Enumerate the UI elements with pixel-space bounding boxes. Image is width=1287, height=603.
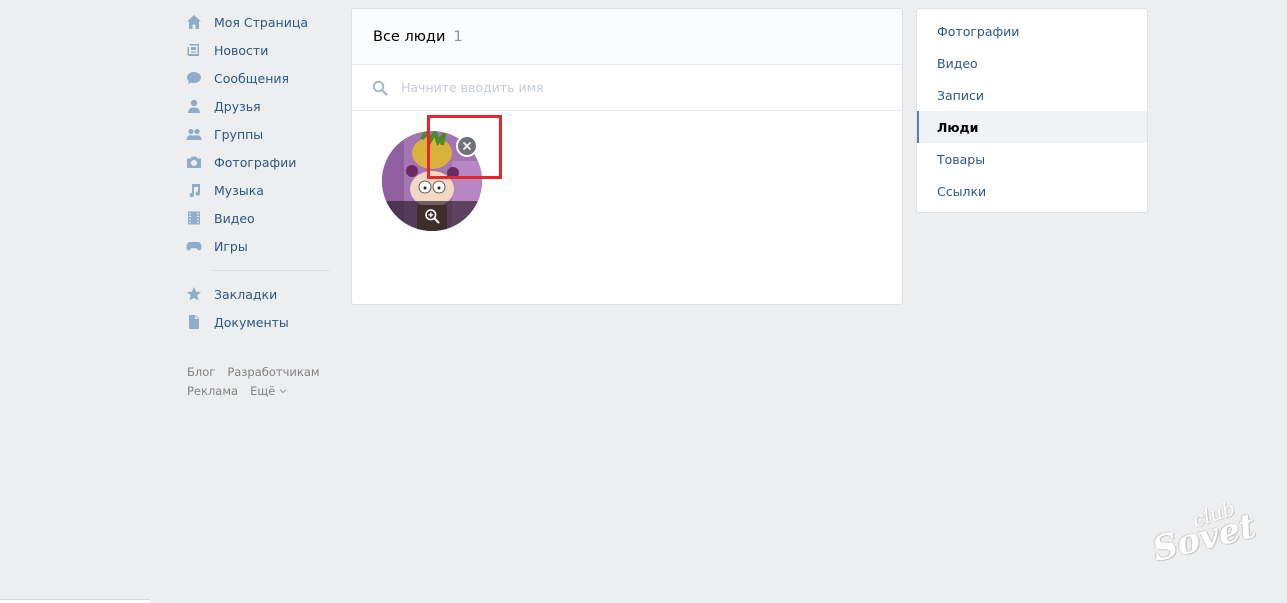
footer-links: Блог Разработчикам Реклама Ещё bbox=[187, 362, 347, 400]
nav-item-groups[interactable]: Группы bbox=[186, 120, 331, 148]
people-panel: Все люди 1 bbox=[351, 8, 903, 305]
friends-icon bbox=[186, 98, 202, 114]
menu-item-people[interactable]: Люди bbox=[917, 111, 1147, 143]
footer-link-blog[interactable]: Блог bbox=[187, 365, 215, 379]
document-icon bbox=[186, 314, 202, 330]
footer-more-label: Ещё bbox=[250, 383, 276, 398]
games-icon bbox=[186, 238, 202, 254]
nav-label: Видео bbox=[214, 210, 255, 226]
home-icon bbox=[186, 14, 202, 30]
footer-row: Реклама Ещё bbox=[187, 381, 347, 400]
left-navigation: Моя Страница Новости Сообщения Друзья Гр… bbox=[186, 8, 331, 336]
search-bar bbox=[352, 65, 902, 111]
page-title: Все люди bbox=[373, 28, 446, 45]
people-list bbox=[352, 111, 902, 301]
footer-link-ads[interactable]: Реклама bbox=[187, 384, 238, 398]
nav-item-music[interactable]: Музыка bbox=[186, 176, 331, 204]
zoom-in-icon[interactable] bbox=[424, 208, 440, 224]
people-count: 1 bbox=[453, 28, 463, 45]
menu-item-photos[interactable]: Фотографии bbox=[917, 15, 1147, 47]
menu-item-goods[interactable]: Товары bbox=[917, 143, 1147, 175]
people-header: Все люди 1 bbox=[352, 9, 902, 65]
nav-label: Группы bbox=[214, 126, 264, 142]
nav-item-friends[interactable]: Друзья bbox=[186, 92, 331, 120]
footer-more-button[interactable]: Ещё bbox=[250, 384, 287, 398]
nav-label: Музыка bbox=[214, 182, 264, 198]
nav-divider bbox=[212, 270, 330, 271]
nav-label: Документы bbox=[214, 314, 289, 330]
avatar-overlay bbox=[382, 201, 482, 231]
footer-row: Блог Разработчикам bbox=[187, 362, 347, 381]
groups-icon bbox=[186, 126, 202, 142]
nav-item-my-page[interactable]: Моя Страница bbox=[186, 8, 331, 36]
nav-item-games[interactable]: Игры bbox=[186, 232, 331, 260]
close-icon bbox=[463, 142, 471, 150]
nav-item-photos[interactable]: Фотографии bbox=[186, 148, 331, 176]
music-icon bbox=[186, 182, 202, 198]
menu-item-links[interactable]: Ссылки bbox=[917, 175, 1147, 207]
video-icon bbox=[186, 210, 202, 226]
camera-icon bbox=[186, 154, 202, 170]
star-icon bbox=[186, 286, 202, 302]
nav-item-messages[interactable]: Сообщения bbox=[186, 64, 331, 92]
nav-label: Новости bbox=[214, 42, 269, 58]
news-icon bbox=[186, 42, 202, 58]
nav-item-video[interactable]: Видео bbox=[186, 204, 331, 232]
nav-label: Закладки bbox=[214, 286, 278, 302]
nav-label: Фотографии bbox=[214, 154, 297, 170]
nav-item-documents[interactable]: Документы bbox=[186, 308, 331, 336]
chevron-down-icon bbox=[279, 388, 287, 393]
search-input[interactable] bbox=[401, 80, 881, 95]
search-icon bbox=[372, 80, 388, 96]
bottom-bar bbox=[0, 599, 150, 603]
nav-item-bookmarks[interactable]: Закладки bbox=[186, 280, 331, 308]
menu-item-posts[interactable]: Записи bbox=[917, 79, 1147, 111]
nav-label: Моя Страница bbox=[214, 14, 308, 30]
nav-item-news[interactable]: Новости bbox=[186, 36, 331, 64]
footer-link-developers[interactable]: Разработчикам bbox=[227, 365, 319, 379]
menu-item-video[interactable]: Видео bbox=[917, 47, 1147, 79]
nav-label: Игры bbox=[214, 238, 248, 254]
remove-person-button[interactable] bbox=[456, 135, 478, 157]
right-filter-menu: Фотографии Видео Записи Люди Товары Ссыл… bbox=[916, 8, 1148, 213]
watermark-logo: club Sovet bbox=[1149, 496, 1260, 570]
nav-label: Сообщения bbox=[214, 70, 290, 86]
nav-label: Друзья bbox=[214, 98, 261, 114]
messages-icon bbox=[186, 70, 202, 86]
